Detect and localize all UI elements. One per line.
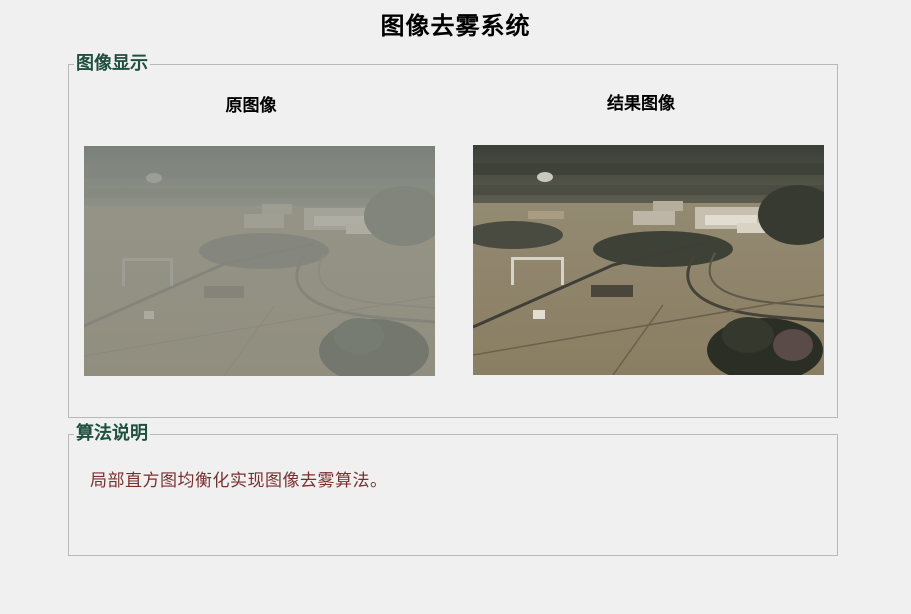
app-title: 图像去雾系统 [380,11,531,40]
result-image [473,145,824,375]
original-image-caption: 原图像 [225,96,277,116]
result-image-caption: 结果图像 [607,94,675,114]
image-display-legend: 图像显示 [76,53,148,74]
algorithm-description-legend: 算法说明 [76,423,148,444]
original-image [84,146,435,376]
algorithm-description-text: 局部直方图均衡化实现图像去雾算法。 [90,471,388,491]
